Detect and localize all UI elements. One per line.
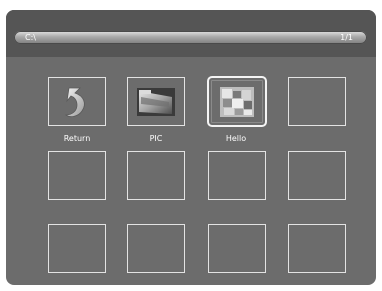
tile-return[interactable] [48, 77, 106, 126]
tile-empty[interactable] [127, 151, 185, 200]
tile-empty[interactable] [288, 151, 346, 200]
page-counter: 1/1 [340, 33, 353, 42]
return-arrow-icon [64, 87, 85, 117]
tile-empty[interactable] [127, 224, 185, 273]
tile-empty[interactable] [48, 151, 106, 200]
tile-image-hello[interactable] [207, 76, 267, 127]
tile-folder-pic[interactable] [127, 77, 185, 126]
picture-file-icon [220, 86, 254, 117]
tile-empty[interactable] [48, 224, 106, 273]
tile-label-pic: PIC [149, 134, 163, 143]
tile-empty[interactable] [208, 224, 266, 273]
current-path: C:\ [25, 33, 36, 42]
tile-empty[interactable] [288, 224, 346, 273]
tile-empty[interactable] [288, 77, 346, 126]
tile-label-return: Return [63, 134, 91, 143]
folder-image-icon [137, 87, 175, 116]
tile-empty[interactable] [208, 151, 266, 200]
media-browser-screen: C:\ 1/1 Return PIC Hello [6, 10, 376, 285]
path-bar: C:\ 1/1 [14, 31, 367, 44]
tile-label-hello: Hello [225, 134, 247, 143]
